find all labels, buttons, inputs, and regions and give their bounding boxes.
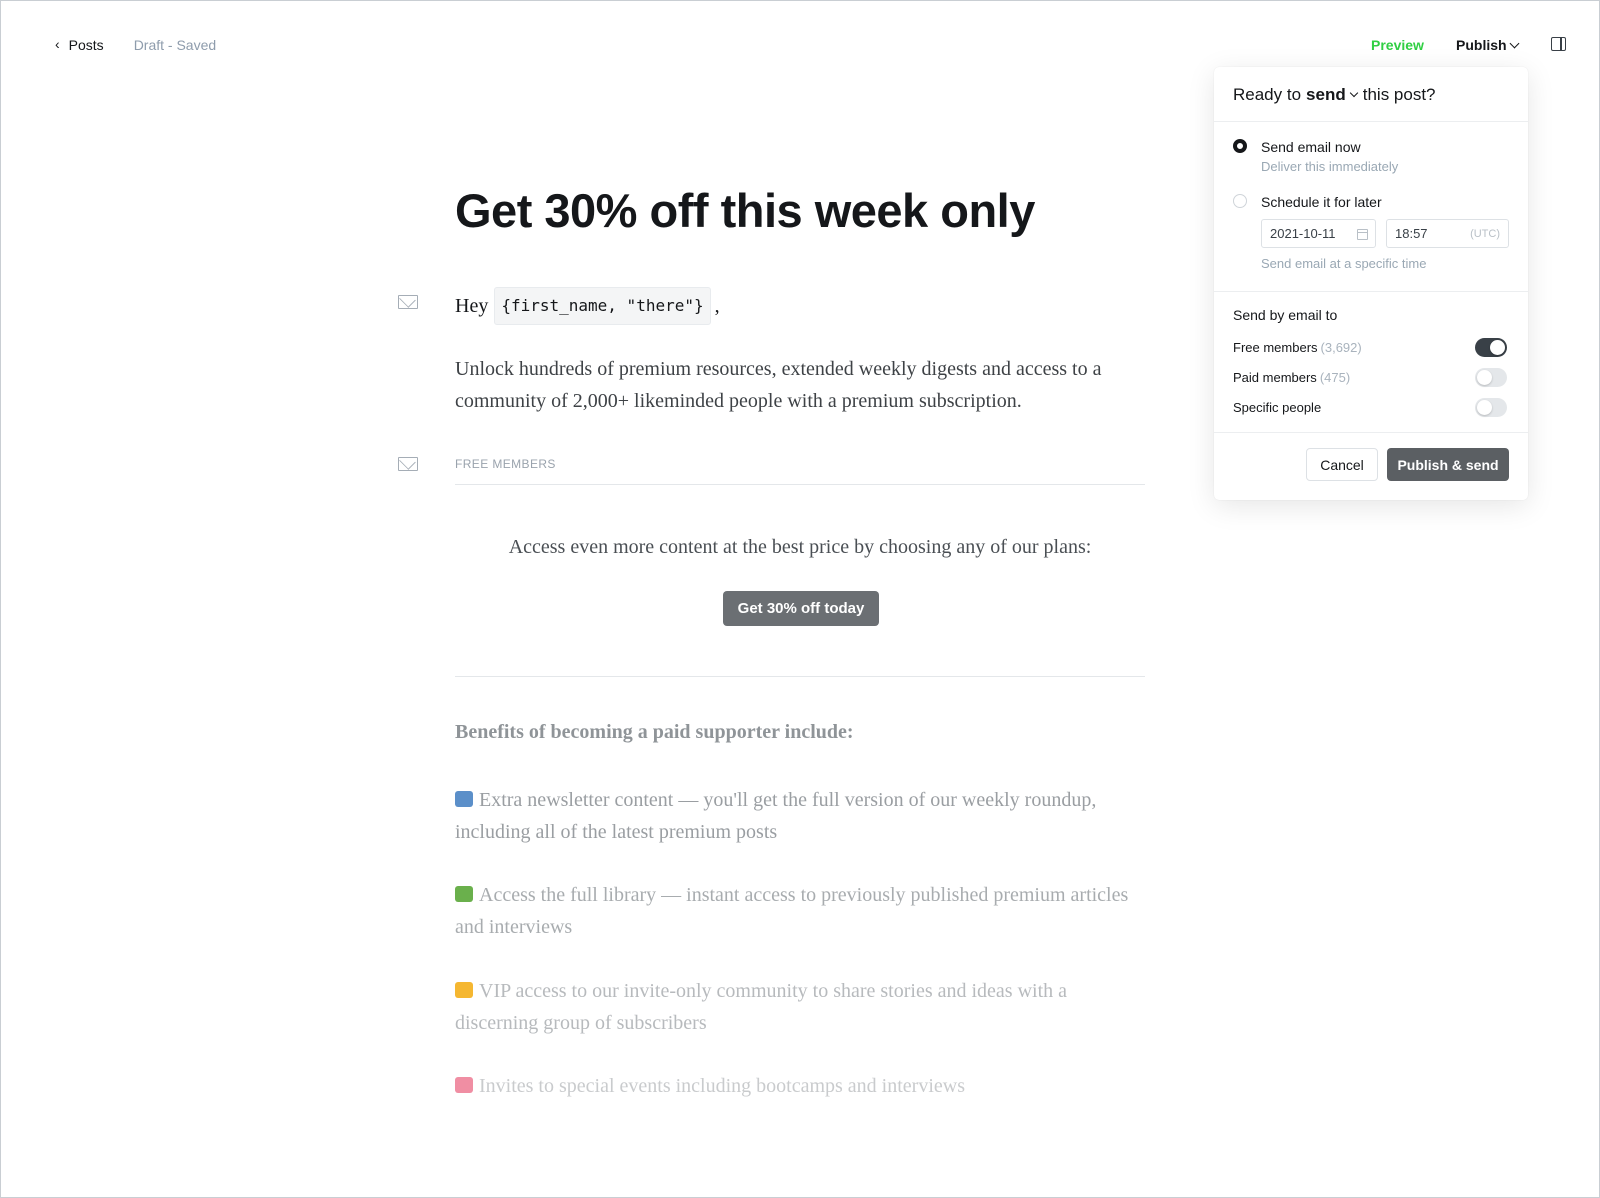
unlock-paragraph[interactable]: Unlock hundreds of premium resources, ex…: [455, 353, 1145, 417]
crown-emoji-icon: [455, 982, 473, 998]
date-value: 2021-10-11: [1270, 226, 1336, 241]
segment-name: Free members: [1233, 340, 1318, 355]
timezone-label: (UTC): [1470, 228, 1500, 240]
cancel-button[interactable]: Cancel: [1306, 448, 1378, 481]
publish-label: Publish: [1456, 37, 1507, 53]
sidebar-toggle-icon[interactable]: [1551, 37, 1566, 51]
benefit-text: Invites to special events including boot…: [479, 1075, 965, 1097]
publish-popover: Ready to send this post? Send email now …: [1214, 67, 1528, 500]
chevron-left-icon: ‹: [55, 36, 60, 52]
benefit-item[interactable]: Access the full library — instant access…: [455, 879, 1145, 943]
segment-name: Specific people: [1233, 400, 1322, 415]
cta-button[interactable]: Get 30% off today: [723, 591, 879, 626]
chevron-down-icon: [1349, 88, 1358, 98]
schedule-later-label[interactable]: Schedule it for later: [1261, 194, 1382, 210]
cta-text[interactable]: Access even more content at the best pri…: [455, 536, 1145, 559]
segment-count: (475): [1319, 370, 1351, 385]
benefit-item[interactable]: VIP access to our invite-only community …: [455, 975, 1145, 1039]
topbar-left: ‹ Posts Draft - Saved: [55, 36, 217, 53]
calendar-icon[interactable]: [1357, 229, 1368, 240]
send-by-email-label: Send by email to: [1233, 307, 1338, 323]
save-status: Draft - Saved: [133, 37, 217, 53]
schedule-date-input[interactable]: 2021-10-11: [1261, 219, 1376, 248]
chevron-down-icon: [1509, 38, 1520, 48]
send-now-radio[interactable]: [1233, 139, 1247, 153]
popover-divider: [1214, 291, 1528, 292]
benefit-text: VIP access to our invite-only community …: [455, 980, 1068, 1034]
mailbox-emoji-icon: [455, 791, 473, 807]
member-segment-paid: Paid members (475): [1233, 368, 1509, 390]
greeting-prefix: Hey: [455, 295, 489, 317]
heart-emoji-icon: [455, 1077, 473, 1093]
greeting-line[interactable]: Hey {first_name, "there"} ,: [455, 287, 720, 325]
benefit-text: Access the full library — instant access…: [455, 884, 1129, 938]
segment-name: Paid members: [1233, 370, 1317, 385]
benefits-title[interactable]: Benefits of becoming a paid supporter in…: [455, 721, 854, 744]
send-now-description: Deliver this immediately: [1261, 159, 1399, 174]
post-title[interactable]: Get 30% off this week only: [455, 181, 1145, 241]
send-now-label[interactable]: Send email now: [1261, 139, 1361, 155]
segment-label: FREE MEMBERS: [455, 457, 556, 471]
toggle-knob: [1477, 400, 1492, 415]
replacement-token: {first_name, "there"}: [494, 287, 711, 325]
toggle-knob: [1490, 340, 1505, 355]
publish-type-label: send: [1306, 85, 1346, 104]
specific-people-toggle[interactable]: [1475, 398, 1507, 417]
benefit-text: Extra newsletter content — you'll get th…: [455, 789, 1097, 843]
post-editor[interactable]: Get 30% off this week only Hey {first_na…: [455, 181, 1145, 412]
divider: [455, 676, 1145, 677]
segment-count: (3,692): [1320, 340, 1362, 355]
heading-suffix: this post?: [1362, 85, 1436, 104]
popover-divider: [1214, 121, 1528, 122]
popover-divider: [1214, 432, 1528, 433]
publish-menu-button[interactable]: Publish: [1456, 37, 1520, 53]
greeting-suffix: ,: [714, 295, 720, 317]
schedule-hint: Send email at a specific time: [1261, 256, 1427, 271]
email-card-icon: [398, 295, 418, 309]
back-label: Posts: [68, 37, 104, 53]
member-segment-free: Free members (3,692): [1233, 338, 1509, 360]
popover-heading: Ready to send this post?: [1233, 85, 1436, 105]
back-to-posts-link[interactable]: ‹ Posts: [55, 36, 104, 53]
schedule-later-radio[interactable]: [1233, 194, 1247, 208]
free-members-toggle[interactable]: [1475, 338, 1507, 357]
app-window: ‹ Posts Draft - Saved Preview Publish Ge…: [0, 0, 1600, 1198]
divider: [455, 484, 1145, 485]
member-segment-specific: Specific people: [1233, 398, 1509, 420]
publish-type-dropdown[interactable]: send: [1306, 85, 1358, 105]
toggle-knob: [1477, 370, 1492, 385]
books-emoji-icon: [455, 886, 473, 902]
time-value: 18:57: [1395, 226, 1428, 241]
publish-and-send-button[interactable]: Publish & send: [1387, 448, 1509, 481]
paid-members-toggle[interactable]: [1475, 368, 1507, 387]
schedule-time-input[interactable]: 18:57 (UTC): [1386, 219, 1509, 248]
benefit-item[interactable]: Extra newsletter content — you'll get th…: [455, 784, 1145, 848]
email-card-icon: [398, 457, 418, 471]
heading-prefix: Ready to: [1233, 85, 1302, 104]
benefit-item[interactable]: Invites to special events including boot…: [455, 1070, 1145, 1102]
preview-button[interactable]: Preview: [1371, 37, 1424, 53]
